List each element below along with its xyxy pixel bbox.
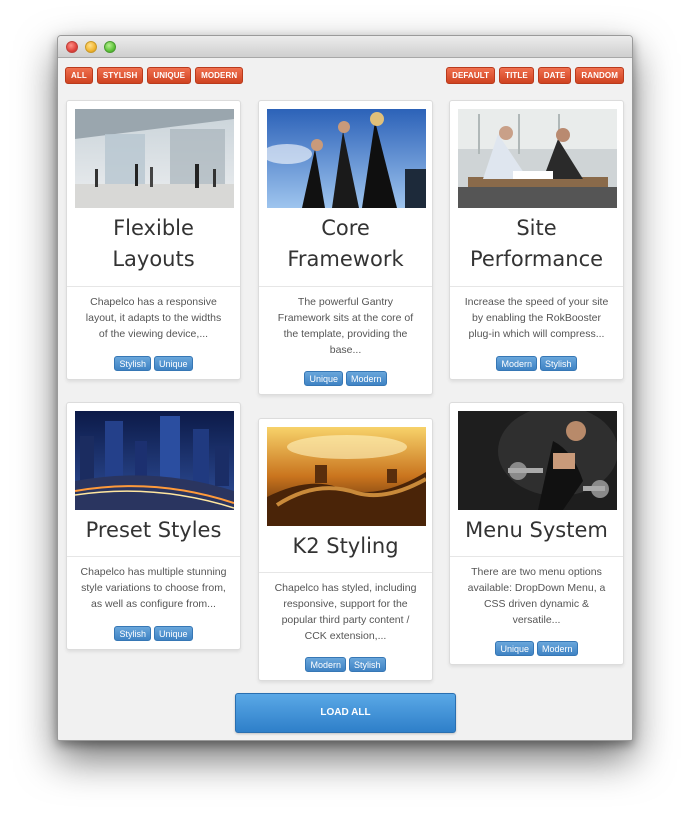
tag-badge[interactable]: Modern (537, 641, 578, 656)
card-description: There are two menu options available: Dr… (467, 566, 606, 626)
tag-badge[interactable]: Unique (304, 371, 343, 386)
category-filter-bar: ALL STYLISH UNIQUE MODERN (65, 67, 244, 84)
tag-badge[interactable]: Modern (496, 356, 537, 371)
card-k2-styling[interactable]: K2 Styling Chapelco has styled, includin… (258, 418, 433, 681)
divider (67, 286, 240, 287)
card-description: Chapelco has multiple stunning style var… (80, 566, 227, 610)
browser-window: ALL STYLISH UNIQUE MODERN DEFAULT TITLE … (57, 35, 633, 741)
sort-bar: DEFAULT TITLE DATE RANDOM (446, 67, 624, 84)
card-tags: Modern Stylish (259, 657, 432, 672)
card-title[interactable]: Site Performance (450, 213, 623, 275)
card-menu-system[interactable]: Menu System There are two menu options a… (449, 402, 624, 665)
tag-badge[interactable]: Stylish (540, 356, 577, 371)
filter-unique-button[interactable]: UNIQUE (147, 67, 192, 84)
card-site-performance[interactable]: Site Performance Increase the speed of y… (449, 100, 624, 380)
great-wall-photo[interactable] (267, 427, 426, 526)
tag-badge[interactable]: Stylish (114, 356, 151, 371)
card-flexible-layouts[interactable]: Flexible Layouts Chapelco has a responsi… (66, 100, 241, 380)
divider (67, 556, 240, 557)
tag-badge[interactable]: Modern (305, 657, 346, 672)
card-description: Chapelco has styled, including responsiv… (274, 582, 417, 642)
card-tags: Unique Modern (450, 641, 623, 656)
tag-badge[interactable]: Unique (495, 641, 534, 656)
card-tags: Stylish Unique (67, 356, 240, 371)
sort-random-button[interactable]: RANDOM (575, 67, 624, 84)
close-window-icon[interactable] (66, 41, 78, 53)
tag-badge[interactable]: Stylish (349, 657, 386, 672)
card-tags: Stylish Unique (67, 626, 240, 641)
minimize-window-icon[interactable] (85, 41, 97, 53)
zoom-window-icon[interactable] (104, 41, 116, 53)
title-bar (58, 36, 632, 58)
fitness-photo[interactable] (458, 411, 617, 510)
card-tags: Unique Modern (259, 371, 432, 386)
card-tags: Modern Stylish (450, 356, 623, 371)
card-core-framework[interactable]: Core Framework The powerful Gantry Frame… (258, 100, 433, 395)
card-title[interactable]: Core Framework (259, 213, 432, 275)
load-all-button[interactable]: LOAD ALL (235, 693, 456, 733)
sort-default-button[interactable]: DEFAULT (446, 67, 496, 84)
city-highway-photo[interactable] (75, 411, 234, 510)
divider (259, 572, 432, 573)
divider (259, 286, 432, 287)
card-title[interactable]: Preset Styles (67, 515, 240, 546)
divider (450, 556, 623, 557)
filter-stylish-button[interactable]: STYLISH (96, 67, 144, 84)
card-title[interactable]: Menu System (450, 515, 623, 546)
divider (450, 286, 623, 287)
atrium-photo[interactable] (75, 109, 234, 208)
card-description: The powerful Gantry Framework sits at th… (277, 296, 414, 356)
tag-badge[interactable]: Modern (346, 371, 387, 386)
tag-badge[interactable]: Unique (153, 356, 193, 371)
card-description: Increase the speed of your site by enabl… (464, 296, 609, 340)
card-description: Chapelco has a responsive layout, it ada… (85, 296, 222, 340)
filter-modern-button[interactable]: MODERN (195, 67, 244, 84)
card-title[interactable]: Flexible Layouts (67, 213, 240, 275)
sort-date-button[interactable]: DATE (537, 67, 572, 84)
tag-badge[interactable]: Stylish (114, 626, 151, 641)
tag-badge[interactable]: Unique (153, 626, 193, 641)
business-team-photo[interactable] (267, 109, 426, 208)
office-meeting-photo[interactable] (458, 109, 617, 208)
sort-title-button[interactable]: TITLE (499, 67, 534, 84)
card-title[interactable]: K2 Styling (259, 531, 432, 562)
filter-all-button[interactable]: ALL (65, 67, 93, 84)
card-preset-styles[interactable]: Preset Styles Chapelco has multiple stun… (66, 402, 241, 650)
